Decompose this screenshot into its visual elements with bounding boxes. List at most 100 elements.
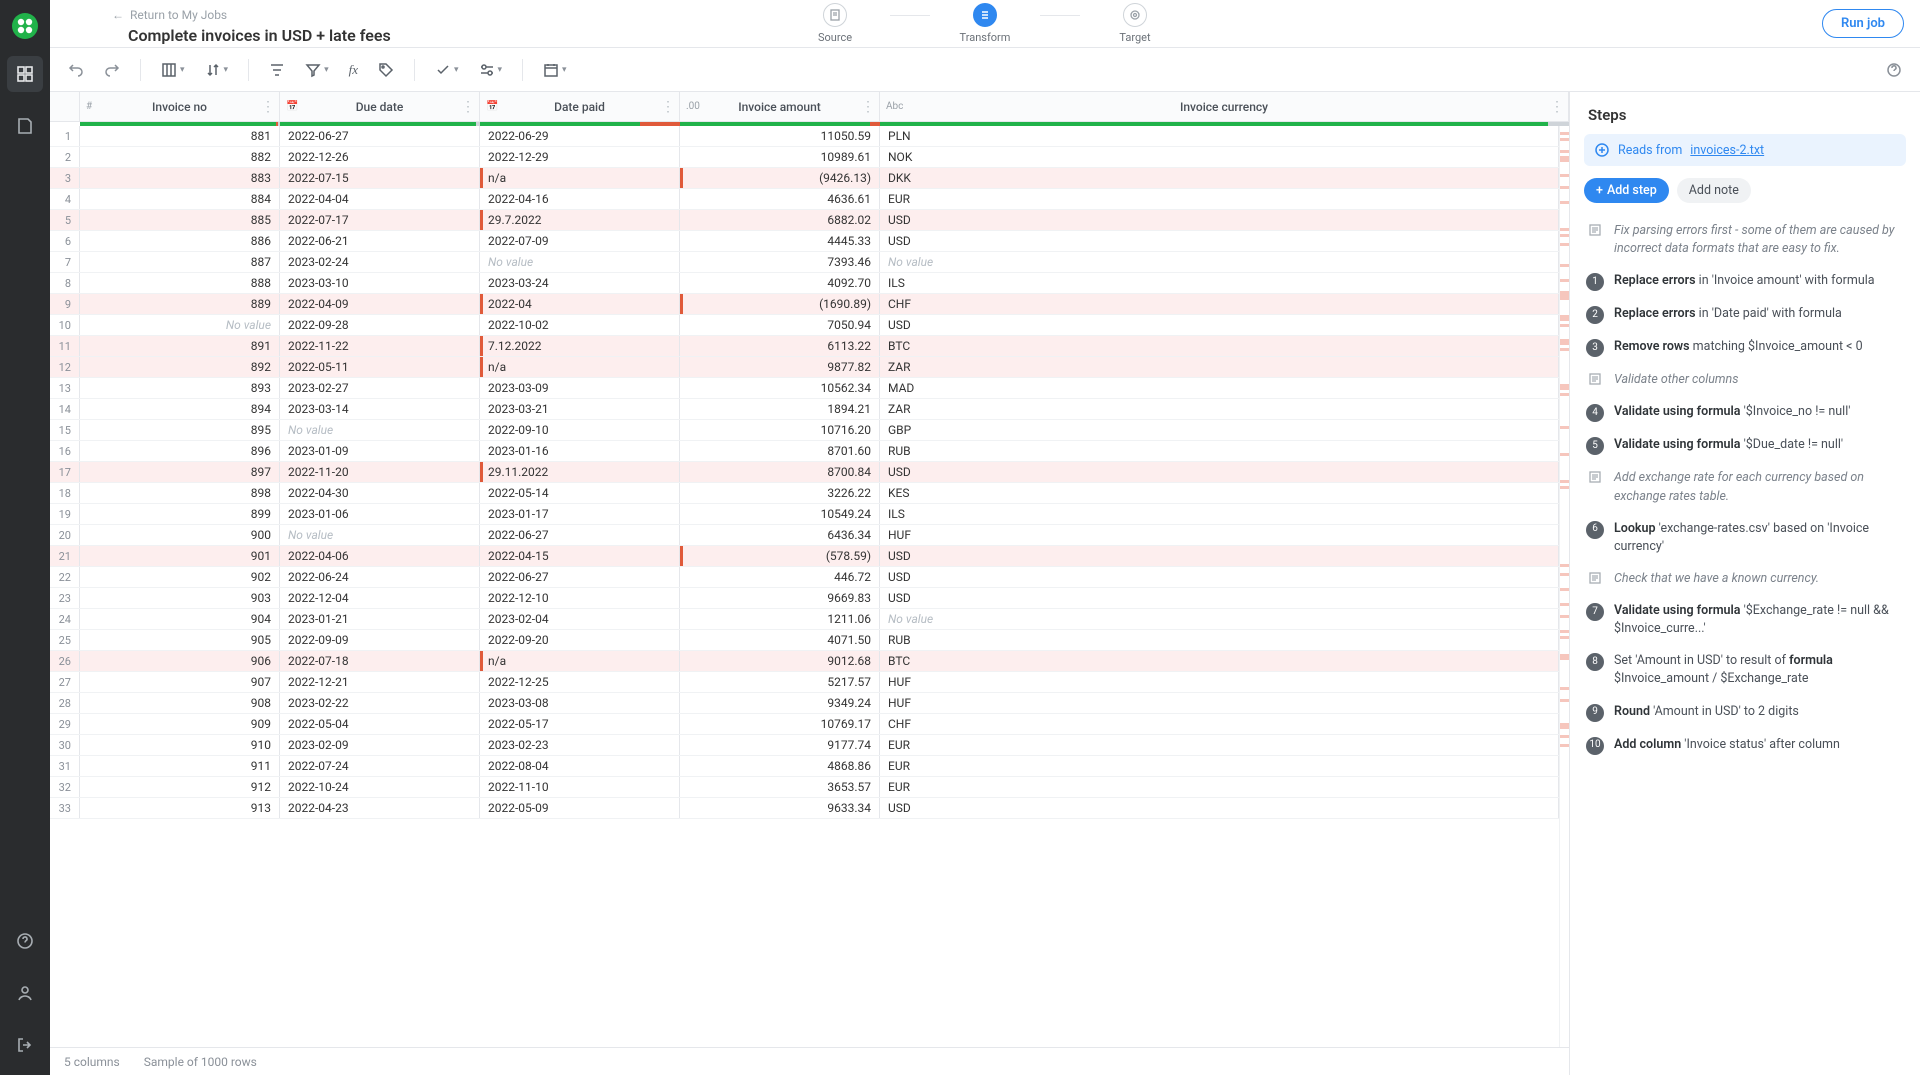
cell[interactable]: 2023-03-09 — [480, 378, 680, 398]
back-link[interactable]: ← Return to My Jobs — [112, 8, 227, 22]
cell[interactable]: 2022-09-10 — [480, 420, 680, 440]
column-menu-icon[interactable]: ⋮ — [861, 99, 875, 115]
cell[interactable]: 2022-10-02 — [480, 315, 680, 335]
cell[interactable]: 4636.61 — [680, 189, 880, 209]
cell[interactable]: HUF — [880, 672, 1559, 692]
cell[interactable]: USD — [880, 231, 1559, 251]
help-icon[interactable] — [7, 923, 43, 959]
table-row[interactable]: 18812022-06-272022-06-2911050.59PLN — [50, 126, 1559, 147]
cell[interactable]: 2022-04-04 — [280, 189, 480, 209]
cell[interactable]: 909 — [80, 714, 280, 734]
cell[interactable]: 5217.57 — [680, 672, 880, 692]
step-note[interactable]: Validate other columns — [1584, 364, 1906, 396]
table-row[interactable]: 48842022-04-042022-04-164636.61EUR — [50, 189, 1559, 210]
cell[interactable]: 2022-06-21 — [280, 231, 480, 251]
cell[interactable]: 889 — [80, 294, 280, 314]
column-menu-icon[interactable]: ⋮ — [661, 99, 675, 115]
cell[interactable]: 896 — [80, 441, 280, 461]
cell[interactable]: 3226.22 — [680, 483, 880, 503]
filter-tool[interactable]: ▾ — [299, 57, 335, 83]
cell[interactable]: No value — [880, 252, 1559, 272]
formula-tool[interactable]: fx — [343, 57, 364, 83]
cell[interactable]: 2023-02-24 — [280, 252, 480, 272]
add-note-button[interactable]: Add note — [1677, 178, 1751, 203]
cell[interactable]: 10716.20 — [680, 420, 880, 440]
step-item[interactable]: 7 Validate using formula '$Exchange_rate… — [1584, 595, 1906, 645]
cell[interactable]: 6113.22 — [680, 336, 880, 356]
cell[interactable]: 9177.74 — [680, 735, 880, 755]
user-icon[interactable] — [7, 975, 43, 1011]
cell[interactable]: 2022-04-06 — [280, 546, 480, 566]
cell[interactable]: 2022-12-10 — [480, 588, 680, 608]
cell[interactable]: RUB — [880, 441, 1559, 461]
nav-docs-icon[interactable] — [7, 108, 43, 144]
cell[interactable]: 4071.50 — [680, 630, 880, 650]
cell[interactable]: 2022-06-27 — [480, 567, 680, 587]
cell[interactable]: (1690.89) — [680, 294, 880, 314]
table-row[interactable]: 10No value2022-09-282022-10-027050.94USD — [50, 315, 1559, 336]
stepper-step[interactable]: Source — [780, 3, 890, 44]
cell[interactable]: 893 — [80, 378, 280, 398]
cell[interactable]: RUB — [880, 630, 1559, 650]
add-step-button[interactable]: +Add step — [1584, 178, 1669, 203]
cell[interactable]: 2023-01-17 — [480, 504, 680, 524]
cell[interactable]: 900 — [80, 525, 280, 545]
cell[interactable]: 2022-05-14 — [480, 483, 680, 503]
cell[interactable]: 2023-02-04 — [480, 609, 680, 629]
column-menu-icon[interactable]: ⋮ — [461, 99, 475, 115]
cell[interactable]: 2023-03-21 — [480, 399, 680, 419]
redo-button[interactable] — [98, 57, 126, 83]
cell[interactable]: 2023-02-27 — [280, 378, 480, 398]
cell[interactable]: 888 — [80, 273, 280, 293]
cell[interactable]: 3653.57 — [680, 777, 880, 797]
cell[interactable]: USD — [880, 315, 1559, 335]
cell[interactable]: 882 — [80, 147, 280, 167]
table-row[interactable]: 68862022-06-212022-07-094445.33USD — [50, 231, 1559, 252]
table-row[interactable]: 138932023-02-272023-03-0910562.34MAD — [50, 378, 1559, 399]
cell[interactable]: 884 — [80, 189, 280, 209]
help-tool[interactable] — [1880, 57, 1908, 83]
cell[interactable]: 2022-05-09 — [480, 798, 680, 818]
cell[interactable]: 8700.84 — [680, 462, 880, 482]
cell[interactable]: 2022-07-18 — [280, 651, 480, 671]
cell[interactable]: 901 — [80, 546, 280, 566]
column-menu-icon[interactable]: ⋮ — [1550, 99, 1564, 115]
cell[interactable]: 902 — [80, 567, 280, 587]
cell[interactable]: 2022-04 — [480, 294, 680, 314]
cell[interactable]: 4445.33 — [680, 231, 880, 251]
cell[interactable]: No value — [880, 609, 1559, 629]
cell[interactable]: 2022-06-29 — [480, 126, 680, 146]
cell[interactable]: 9633.34 — [680, 798, 880, 818]
tag-tool[interactable] — [372, 57, 400, 83]
table-row[interactable]: 299092022-05-042022-05-1710769.17CHF — [50, 714, 1559, 735]
table-row[interactable]: 15895No value2022-09-1010716.20GBP — [50, 420, 1559, 441]
table-row[interactable]: 78872023-02-24No value7393.46No value — [50, 252, 1559, 273]
nav-jobs-icon[interactable] — [7, 56, 43, 92]
cell[interactable]: 907 — [80, 672, 280, 692]
step-note[interactable]: Fix parsing errors first - some of them … — [1584, 215, 1906, 265]
settings-tool[interactable]: ▾ — [473, 57, 509, 83]
cell[interactable]: 2023-01-21 — [280, 609, 480, 629]
cell[interactable]: GBP — [880, 420, 1559, 440]
cell[interactable]: 4868.86 — [680, 756, 880, 776]
cell[interactable]: HUF — [880, 525, 1559, 545]
cell[interactable]: 2022-12-25 — [480, 672, 680, 692]
cell[interactable]: HUF — [880, 693, 1559, 713]
table-row[interactable]: 188982022-04-302022-05-143226.22KES — [50, 483, 1559, 504]
cell[interactable]: 899 — [80, 504, 280, 524]
cell[interactable]: 883 — [80, 168, 280, 188]
validate-tool[interactable]: ▾ — [429, 57, 465, 83]
column-menu-icon[interactable]: ⋮ — [261, 99, 275, 115]
column-header[interactable]: Abc Invoice currency ⋮ — [880, 92, 1569, 121]
cell[interactable]: 9012.68 — [680, 651, 880, 671]
table-row[interactable]: 309102023-02-092023-02-239177.74EUR — [50, 735, 1559, 756]
cell[interactable]: USD — [880, 462, 1559, 482]
cell[interactable]: (578.59) — [680, 546, 880, 566]
cell[interactable]: 2022-05-04 — [280, 714, 480, 734]
cell[interactable]: 891 — [80, 336, 280, 356]
cell[interactable]: n/a — [480, 168, 680, 188]
cell[interactable]: No value — [80, 315, 280, 335]
table-row[interactable]: 279072022-12-212022-12-255217.57HUF — [50, 672, 1559, 693]
cell[interactable]: 2022-09-28 — [280, 315, 480, 335]
cell[interactable]: CHF — [880, 294, 1559, 314]
